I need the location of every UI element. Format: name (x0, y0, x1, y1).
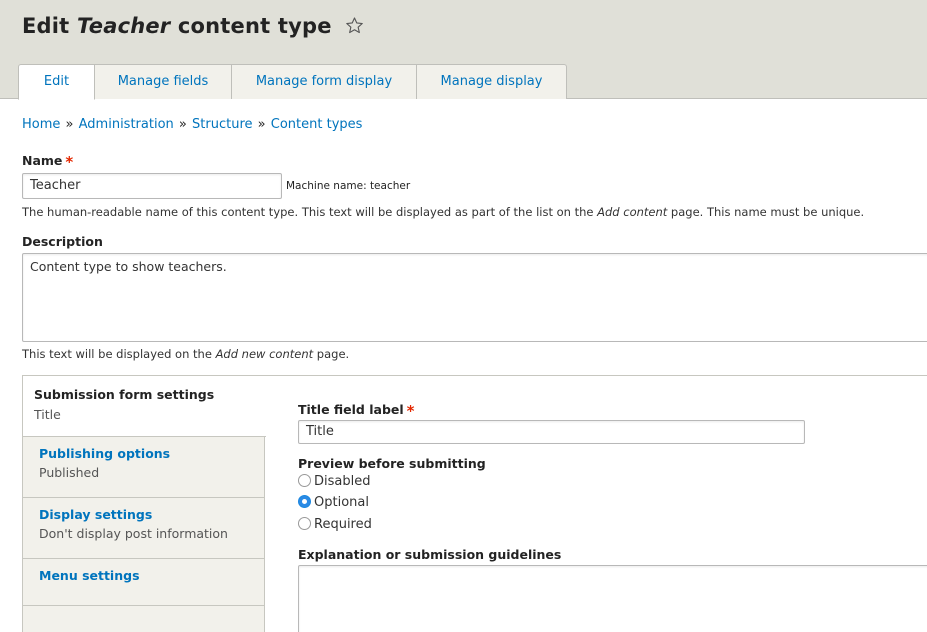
preview-label: Preview before submitting (298, 456, 486, 471)
breadcrumb-separator: » (178, 117, 187, 132)
breadcrumb-administration[interactable]: Administration (79, 117, 174, 132)
required-marker: * (65, 153, 74, 171)
vertical-tab-list: Submission form settings Title Publishin… (23, 376, 266, 632)
tab-manage-form-display[interactable]: Manage form display (231, 64, 417, 99)
radio-option-disabled[interactable]: Disabled (298, 473, 370, 491)
radio-option-optional[interactable]: Optional (298, 494, 369, 512)
page-title: Edit Teacher content type (22, 14, 364, 40)
radio-label: Required (314, 517, 372, 532)
vtab-summary: Published (39, 465, 100, 480)
vtab-summary: Title (34, 407, 61, 422)
description-label: Description (22, 234, 103, 249)
title-suffix: content type (170, 14, 332, 38)
machine-name: Machine name: teacher (286, 180, 411, 192)
breadcrumb: Home » Administration » Structure » Cont… (22, 117, 362, 132)
description-help-text: This text will be displayed on the Add n… (22, 347, 349, 361)
vtab-title: Menu settings (39, 568, 140, 583)
title-field-input[interactable]: Title (298, 420, 805, 444)
title-field-label: Title field label * (298, 402, 415, 420)
name-label-text: Name (22, 153, 63, 168)
vtab-title: Submission form settings (34, 387, 215, 402)
name-help-before: The human-readable name of this content … (22, 205, 598, 219)
page-header: Edit Teacher content type Edit Manage fi… (0, 0, 927, 100)
breadcrumb-home[interactable]: Home (22, 117, 60, 132)
breadcrumb-separator: » (65, 117, 74, 132)
breadcrumb-separator: » (257, 117, 266, 132)
radio-button-selected[interactable] (298, 495, 311, 508)
radio-button[interactable] (298, 517, 311, 530)
radio-label: Optional (314, 495, 369, 510)
vtab-title: Publishing options (39, 446, 171, 461)
tab-edit[interactable]: Edit (18, 64, 95, 100)
guidelines-textarea[interactable] (298, 565, 927, 632)
name-help-em: Add content (597, 205, 668, 219)
radio-label: Disabled (314, 474, 371, 489)
description-help-after: page. (313, 347, 350, 361)
vtab-publishing-options[interactable]: Publishing options Published (23, 437, 264, 498)
tab-manage-display[interactable]: Manage display (416, 64, 567, 99)
description-textarea[interactable]: Content type to show teachers. (22, 253, 927, 342)
vtab-menu-settings[interactable]: Menu settings (23, 559, 264, 606)
guidelines-label: Explanation or submission guidelines (298, 547, 562, 562)
radio-option-required[interactable]: Required (298, 516, 372, 534)
name-help-after: page. This name must be unique. (667, 205, 865, 219)
title-field-label-text: Title field label (298, 402, 404, 417)
vtab-submission-form-settings[interactable]: Submission form settings Title (23, 376, 266, 437)
radio-button[interactable] (298, 474, 311, 487)
star-outline-icon[interactable] (345, 16, 364, 40)
title-content-type: Teacher (76, 14, 171, 38)
breadcrumb-structure[interactable]: Structure (192, 117, 252, 132)
name-label: Name * (22, 153, 73, 171)
name-help-text: The human-readable name of this content … (22, 205, 864, 219)
required-marker: * (406, 402, 415, 420)
vtab-display-settings[interactable]: Display settings Don't display post info… (23, 498, 264, 559)
title-prefix: Edit (22, 14, 77, 38)
breadcrumb-content-types[interactable]: Content types (271, 117, 363, 132)
tab-manage-fields[interactable]: Manage fields (94, 64, 232, 99)
vtab-title: Display settings (39, 507, 153, 522)
description-help-em: Add new content (215, 347, 314, 361)
description-help-before: This text will be displayed on the (22, 347, 216, 361)
name-input[interactable]: Teacher (22, 173, 282, 199)
vtab-summary: Don't display post information (39, 526, 228, 541)
